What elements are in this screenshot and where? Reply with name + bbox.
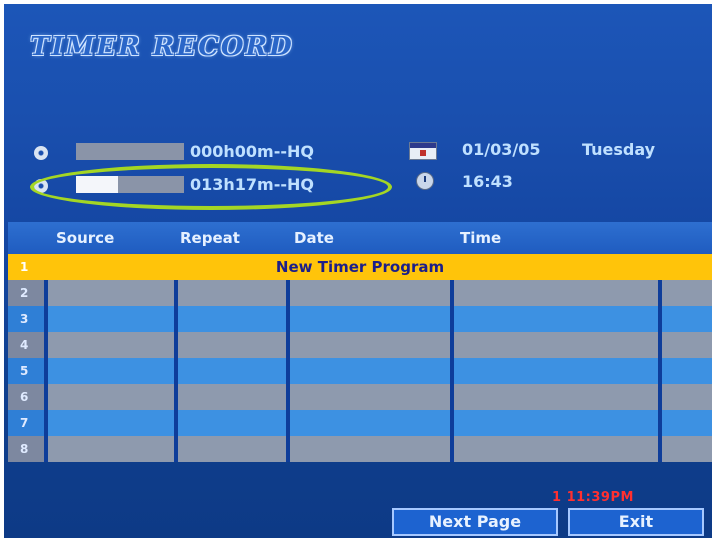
column-divider	[450, 306, 454, 332]
timer-record-screen: Timer Record 000h00m--HQ 013h17m--HQ 01/…	[4, 4, 712, 538]
column-divider	[174, 436, 178, 462]
column-divider	[658, 332, 662, 358]
column-divider	[174, 358, 178, 384]
column-divider	[286, 280, 290, 306]
column-divider	[286, 384, 290, 410]
next-page-button[interactable]: Next Page	[392, 508, 558, 536]
page-title: Timer Record	[30, 32, 294, 62]
row-number: 7	[8, 410, 44, 436]
table-header: Source Repeat Date Time	[8, 222, 712, 254]
column-divider	[44, 410, 48, 436]
calendar-icon	[409, 142, 437, 160]
column-divider	[44, 332, 48, 358]
disc1-capacity-bar	[76, 143, 184, 160]
column-divider	[450, 332, 454, 358]
current-weekday: Tuesday	[582, 140, 656, 159]
table-row[interactable]: 3	[8, 306, 712, 332]
annotation-ellipse	[30, 164, 392, 210]
column-divider	[174, 410, 178, 436]
table-row[interactable]: 8	[8, 436, 712, 462]
column-divider	[450, 358, 454, 384]
timer-table: Source Repeat Date Time 1 New Timer Prog…	[8, 222, 712, 472]
column-divider	[44, 306, 48, 332]
column-divider	[658, 384, 662, 410]
column-header-source: Source	[56, 229, 115, 247]
row-number: 6	[8, 384, 44, 410]
row-number: 8	[8, 436, 44, 462]
column-divider	[286, 358, 290, 384]
current-date: 01/03/05	[462, 140, 541, 159]
column-divider	[658, 306, 662, 332]
table-row[interactable]: 2	[8, 280, 712, 306]
column-divider	[174, 306, 178, 332]
row-number: 5	[8, 358, 44, 384]
column-header-date: Date	[294, 229, 334, 247]
column-divider	[450, 410, 454, 436]
column-divider	[44, 358, 48, 384]
column-divider	[658, 436, 662, 462]
table-row[interactable]: 1 New Timer Program	[8, 254, 712, 280]
recorder-clock: 1 11:39PM	[552, 490, 634, 505]
column-divider	[174, 332, 178, 358]
column-divider	[658, 280, 662, 306]
exit-button[interactable]: Exit	[568, 508, 704, 536]
column-divider	[658, 358, 662, 384]
row-number: 3	[8, 306, 44, 332]
current-time: 16:43	[462, 172, 513, 191]
column-divider	[44, 384, 48, 410]
column-divider	[450, 280, 454, 306]
column-divider	[286, 410, 290, 436]
column-divider	[174, 280, 178, 306]
column-divider	[286, 332, 290, 358]
row-number: 4	[8, 332, 44, 358]
column-divider	[658, 410, 662, 436]
column-divider	[174, 384, 178, 410]
row-number: 2	[8, 280, 44, 306]
column-header-time: Time	[460, 229, 502, 247]
column-divider	[44, 436, 48, 462]
clock-icon	[416, 172, 434, 190]
table-row[interactable]: 6	[8, 384, 712, 410]
table-row[interactable]: 7	[8, 410, 712, 436]
new-timer-program: New Timer Program	[275, 258, 445, 276]
column-divider	[450, 384, 454, 410]
table-row[interactable]: 5	[8, 358, 712, 384]
column-divider	[286, 436, 290, 462]
column-divider	[44, 280, 48, 306]
column-header-repeat: Repeat	[180, 229, 240, 247]
column-divider	[450, 436, 454, 462]
table-row[interactable]: 4	[8, 332, 712, 358]
disc1-remaining-text: 000h00m--HQ	[190, 142, 314, 161]
disc-icon	[34, 146, 48, 160]
column-divider	[286, 306, 290, 332]
